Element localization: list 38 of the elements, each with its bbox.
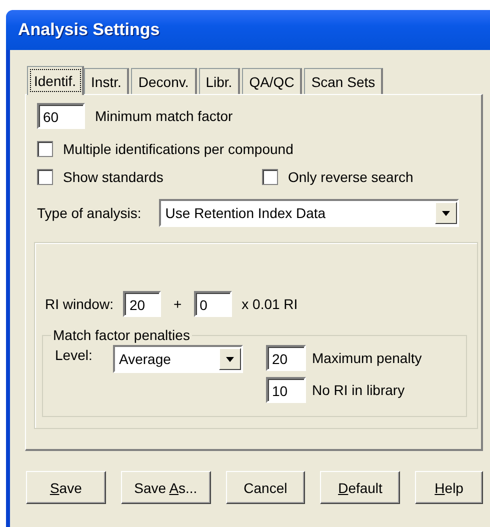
field-label: Minimum match factor xyxy=(95,108,233,124)
tab[interactable]: Instr. xyxy=(84,68,130,94)
tab[interactable]: Scan Sets xyxy=(304,68,384,94)
level-dropdown[interactable]: Average xyxy=(113,345,243,373)
analysis-type-dropdown[interactable]: Use Retention Index Data xyxy=(159,199,460,227)
dialog-button[interactable]: Save As... xyxy=(120,471,211,504)
tab[interactable]: QA/QC xyxy=(242,68,302,94)
field-label: RI window: xyxy=(45,296,114,312)
tab[interactable]: Libr. xyxy=(198,68,240,94)
tab[interactable]: Deconv. xyxy=(131,68,197,94)
dialog-button[interactable]: Save xyxy=(26,471,106,504)
dialog-button[interactable]: Default xyxy=(320,471,400,504)
checkbox[interactable] xyxy=(262,169,278,185)
input-field[interactable]: 10 xyxy=(266,377,306,403)
input-field[interactable]: 20 xyxy=(266,345,306,371)
tab[interactable]: Identif. xyxy=(27,66,84,95)
dialog-button[interactable]: Cancel xyxy=(226,471,306,504)
unit-text: x 0.01 RI xyxy=(242,296,298,312)
input-field[interactable]: 60 xyxy=(37,103,85,129)
checkbox-label: Only reverse search xyxy=(288,169,414,185)
dropdown-arrow-icon xyxy=(226,356,234,362)
checkbox[interactable] xyxy=(37,169,53,185)
field-label: Maximum penalty xyxy=(312,350,422,366)
input-field[interactable]: 20 xyxy=(123,291,162,317)
dialog-button[interactable]: Help xyxy=(415,471,483,504)
checkbox-label: Multiple identifications per compound xyxy=(63,141,294,157)
dropdown-button[interactable] xyxy=(219,348,241,370)
window-title: Analysis Settings xyxy=(18,20,160,40)
field-label: Type of analysis: xyxy=(37,205,142,221)
input-field[interactable]: 0 xyxy=(194,291,232,317)
checkbox-label: Show standards xyxy=(63,169,164,185)
field-label: Level: xyxy=(55,347,94,363)
checkbox[interactable] xyxy=(37,141,53,157)
dropdown-arrow-icon xyxy=(442,210,450,216)
dropdown-button[interactable] xyxy=(435,202,458,224)
group-title: Match factor penalties xyxy=(52,327,191,343)
field-label: No RI in library xyxy=(312,382,405,398)
operator-text: + xyxy=(173,296,182,312)
